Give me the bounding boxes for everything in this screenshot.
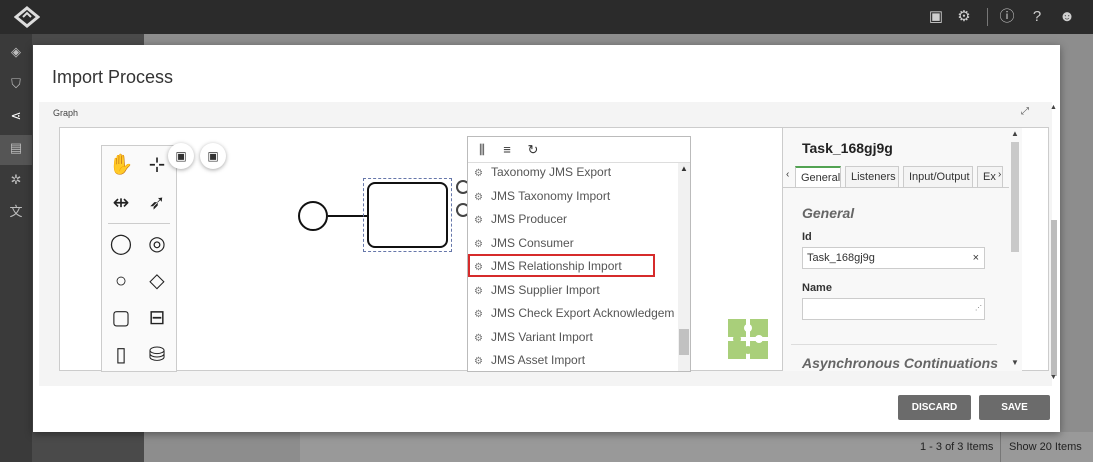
pagination-text: 1 - 3 of 3 Items — [920, 441, 994, 453]
list-item[interactable]: ⚙ JMS Variant Import — [474, 326, 674, 348]
left-nav: ◈ ⛉ ⋖ ▤ ✲ 文 — [0, 34, 32, 462]
gear-icon: ⚙ — [474, 168, 483, 179]
task-icon[interactable]: ▢ — [108, 305, 134, 331]
tab-next-icon[interactable]: › — [998, 169, 1001, 180]
gear-icon: ⚙ — [474, 333, 483, 344]
task-shape[interactable] — [367, 182, 448, 248]
name-label: Name — [802, 282, 832, 294]
list-item[interactable]: ⚙ JMS Check Export Acknowledgement — [474, 302, 674, 324]
start-event[interactable] — [298, 201, 328, 231]
lasso-tool-icon[interactable]: ⊹ — [144, 152, 170, 178]
connect-tool-icon[interactable]: ➶ — [144, 190, 170, 216]
top-bar: ▣ ⚙ ⓘ ? ☻ — [0, 0, 1093, 34]
graph-scrollbar[interactable]: ▲ ▼ — [1048, 104, 1060, 384]
scroll-thumb[interactable] — [1051, 220, 1057, 376]
scroll-thumb[interactable] — [1011, 142, 1019, 252]
scroll-thumb[interactable] — [679, 329, 689, 355]
list-item[interactable]: ⚙ JMS Consumer — [474, 232, 674, 254]
id-label: Id — [802, 231, 812, 243]
resize-handle-icon[interactable]: ⋰ — [975, 299, 982, 319]
palette-divider — [108, 223, 170, 224]
divider — [987, 8, 988, 26]
list-icon[interactable]: ≡ — [499, 142, 515, 158]
search-doc-icon[interactable]: ▤ — [7, 139, 25, 157]
clear-icon[interactable]: × — [973, 248, 979, 268]
scroll-down-icon[interactable]: ▼ — [1050, 374, 1057, 381]
info-icon[interactable]: ⓘ — [998, 8, 1016, 26]
highlight-box — [468, 254, 655, 277]
append-task-alt-button[interactable]: ▣ — [200, 143, 226, 169]
properties-tabs: ‹ General Listeners Input/Output Ex › — [783, 166, 1009, 188]
subprocess-icon[interactable]: ⊟ — [144, 305, 170, 331]
gear-icon[interactable]: ⚙ — [955, 8, 973, 26]
list-item[interactable]: ⚙ JMS Asset Import — [474, 349, 674, 371]
gear-icon: ⚙ — [474, 239, 483, 250]
list-item[interactable]: ⚙ JMS Producer — [474, 208, 674, 230]
tab-general[interactable]: General — [795, 166, 841, 187]
end-event-icon[interactable]: ○ — [108, 268, 134, 294]
data-object-icon[interactable]: ▯ — [108, 342, 134, 368]
bpmn-canvas[interactable]: ✋ ⊹ ⇹ ➶ ◯ ◎ ○ ◇ ▢ ⊟ ▯ ⛁ ▣ ▣ ⫼ ≡ ↻ ⚙ Taxo… — [59, 127, 1049, 372]
element-title: Task_168gj9g — [802, 140, 893, 156]
dropdown-scrollbar[interactable]: ▲ — [678, 163, 690, 371]
data-store-icon[interactable]: ⛁ — [144, 342, 170, 368]
gear-icon: ⚙ — [474, 192, 483, 203]
properties-panel: Task_168gj9g ‹ General Listeners Input/O… — [782, 128, 1022, 371]
gear-icon: ⚙ — [474, 309, 483, 320]
section-general: General — [802, 205, 855, 221]
show-items-select[interactable]: Show 20 Items — [1000, 432, 1093, 462]
hand-tool-icon[interactable]: ✋ — [108, 152, 134, 178]
gear-icon: ⚙ — [474, 286, 483, 297]
columns-icon[interactable]: ⫼ — [474, 142, 490, 158]
section-async: Asynchronous Continuations — [802, 355, 998, 371]
scroll-down-icon[interactable]: ▼ — [1011, 358, 1019, 367]
append-task-button[interactable]: ▣ — [168, 143, 194, 169]
expand-icon[interactable]: ⤢ — [1021, 106, 1029, 117]
gear-icon: ⚙ — [474, 356, 483, 367]
tab-input-output[interactable]: Input/Output — [903, 166, 973, 187]
cube-icon[interactable]: ◈ — [7, 43, 25, 61]
list-item[interactable]: ⚙ JMS Supplier Import — [474, 279, 674, 301]
start-event-icon[interactable]: ◯ — [108, 231, 134, 257]
cogs-icon[interactable]: ✲ — [7, 171, 25, 189]
shield-icon[interactable]: ⛉ — [7, 75, 25, 93]
logo-icon — [14, 6, 40, 28]
briefcase-icon[interactable]: ▣ — [927, 8, 945, 26]
dropdown-toolbar: ⫼ ≡ ↻ — [468, 137, 690, 163]
save-button[interactable]: SAVE — [979, 395, 1050, 420]
background-pagination: 1 - 3 of 3 Items Show 20 Items — [300, 432, 1093, 462]
section-divider — [791, 344, 997, 345]
refresh-icon[interactable]: ↻ — [525, 142, 541, 158]
scroll-up-icon[interactable]: ▲ — [1011, 129, 1019, 138]
tool-palette: ✋ ⊹ ⇹ ➶ ◯ ◎ ○ ◇ ▢ ⊟ ▯ ⛁ — [101, 145, 177, 372]
list-item[interactable]: ⚙ Taxonomy JMS Export — [474, 161, 674, 183]
graph-label: Graph — [53, 108, 79, 118]
space-tool-icon[interactable]: ⇹ — [108, 190, 134, 216]
scroll-up-icon[interactable]: ▲ — [680, 164, 688, 173]
gateway-icon[interactable]: ◇ — [144, 268, 170, 294]
puzzle-logo-icon — [728, 319, 768, 359]
gear-icon: ⚙ — [474, 215, 483, 226]
list-item[interactable]: ⚙ JMS Taxonomy Import — [474, 185, 674, 207]
intermediate-event-icon[interactable]: ◎ — [144, 231, 170, 257]
task-type-dropdown: ⫼ ≡ ↻ ⚙ Taxonomy JMS Export ⚙ JMS Taxonomy… — [467, 136, 691, 372]
user-icon[interactable]: ☻ — [1058, 8, 1076, 26]
discard-button[interactable]: DISCARD — [898, 395, 971, 420]
import-process-modal: Import Process Graph ⤢ ▲ ▼ ✋ ⊹ ⇹ ➶ ◯ ◎ ○… — [33, 45, 1060, 432]
tab-prev-icon[interactable]: ‹ — [786, 169, 789, 180]
translate-icon[interactable]: 文 — [7, 203, 25, 221]
properties-scrollbar[interactable]: ▲ ▼ — [1009, 128, 1021, 371]
share-icon[interactable]: ⋖ — [7, 107, 25, 125]
scroll-up-icon[interactable]: ▲ — [1050, 104, 1057, 111]
name-field[interactable]: ⋰ — [802, 298, 985, 320]
id-field[interactable]: Task_168gj9g × — [802, 247, 985, 269]
help-icon[interactable]: ? — [1028, 8, 1046, 26]
tab-listeners[interactable]: Listeners — [845, 166, 899, 187]
id-value: Task_168gj9g — [807, 252, 875, 264]
modal-title: Import Process — [52, 67, 174, 87]
